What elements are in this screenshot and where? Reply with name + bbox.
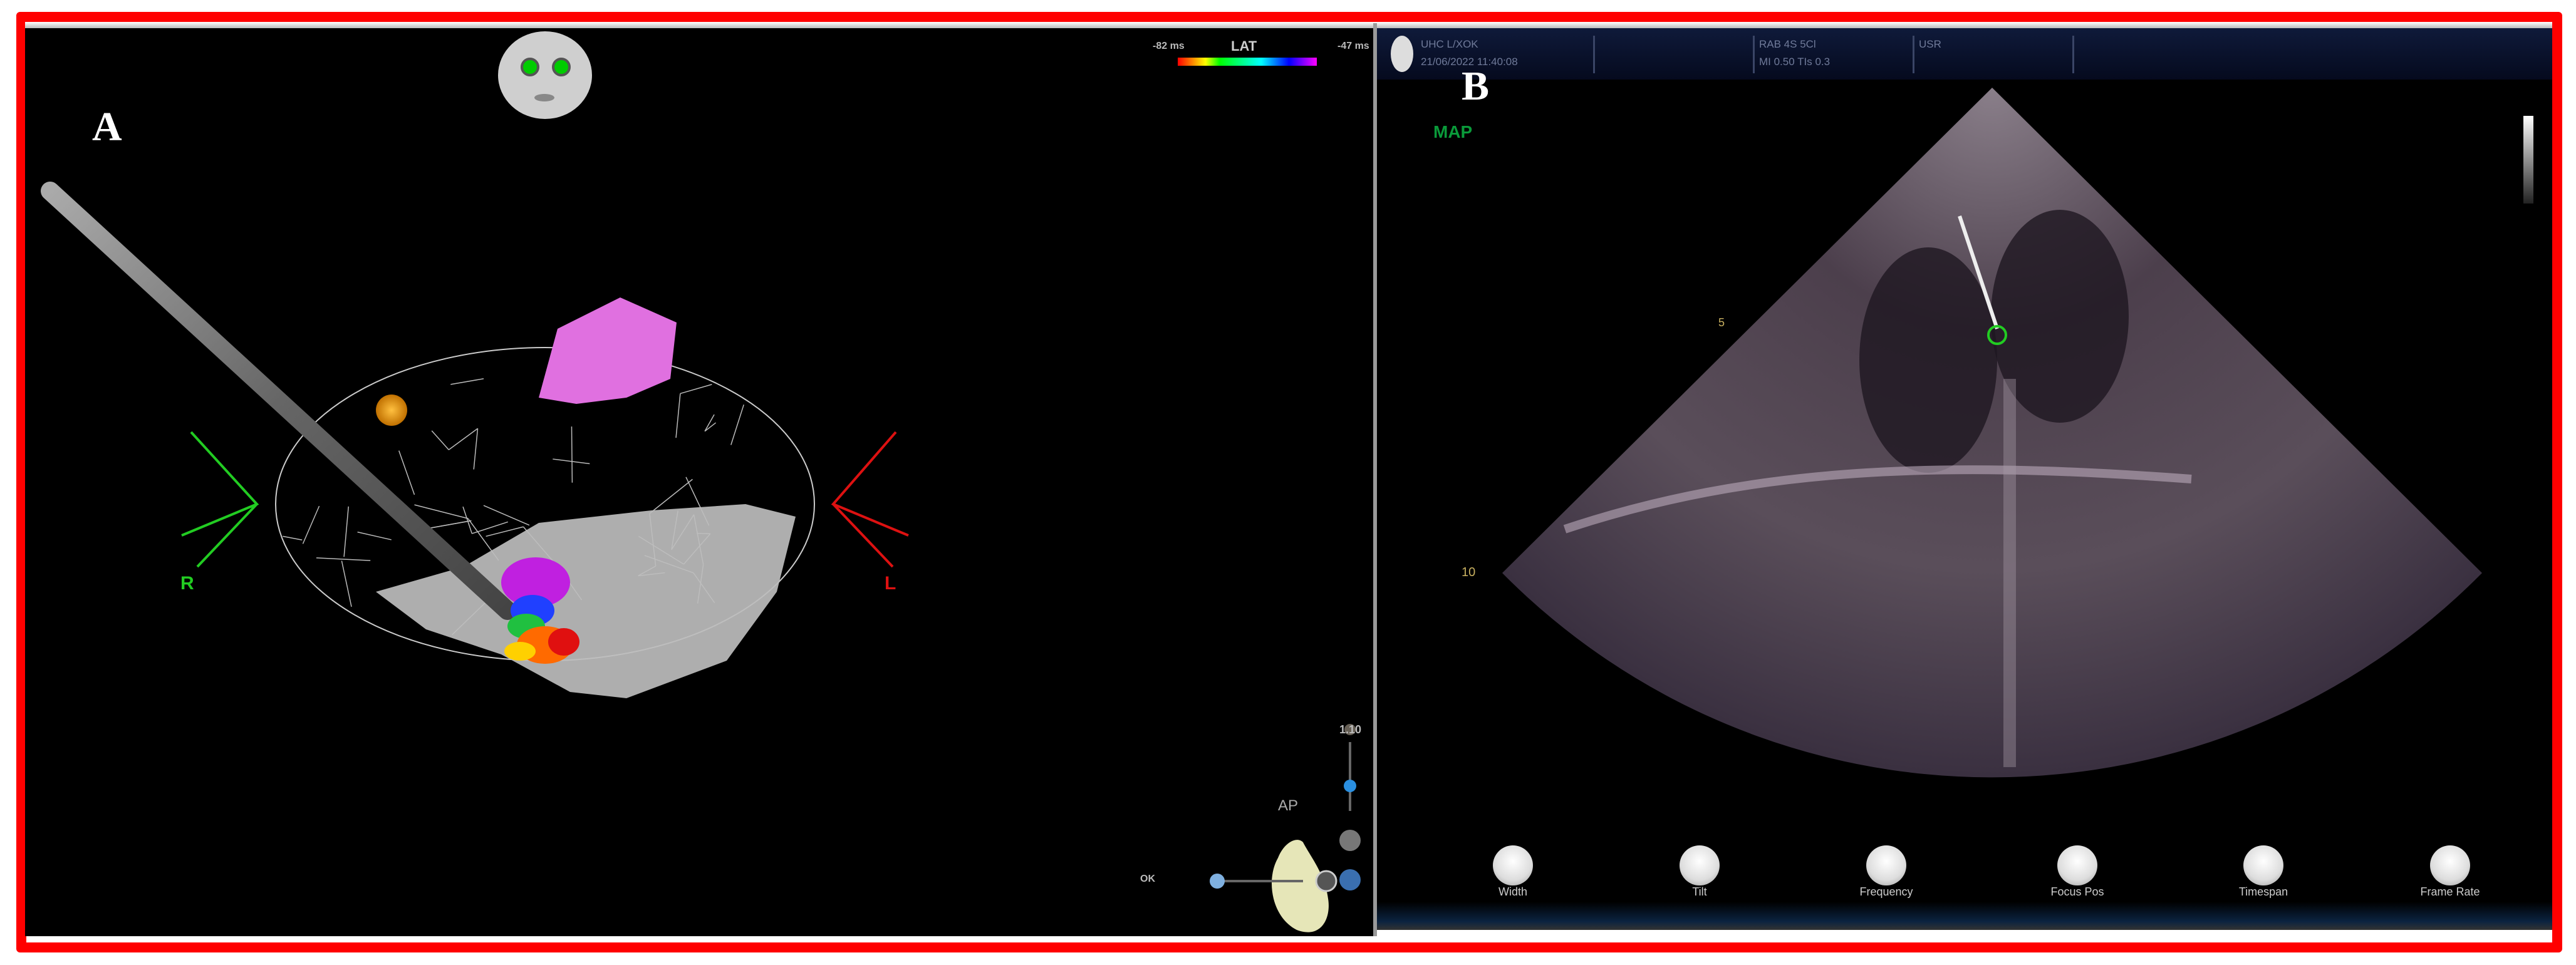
frame-rate-control[interactable]: Frame Rate [2400,845,2500,899]
mesh-edge [486,526,524,537]
mesh-edge [302,505,320,544]
mesh-edge [431,430,449,450]
mesh-edge [571,426,573,483]
mesh-edge [357,531,392,540]
ultrasound-sector [1502,88,2482,778]
tilt-control[interactable]: Tilt [1649,845,1750,899]
catheter-shaft [41,182,517,620]
mesh-edge [473,428,479,470]
mesh-edge [414,504,469,519]
mesh-edge [283,535,303,540]
control-label: Frequency [1859,885,1913,898]
ultrasound-bottom-bar [1377,902,2552,930]
left-orientation-marker [831,431,909,568]
depth-mark-10: 10 [1462,565,1476,579]
ok-label[interactable]: OK [1140,874,1155,885]
width-control[interactable]: Width [1463,845,1563,899]
zoom-slider-thumb[interactable] [1344,780,1356,792]
mesh-edge [553,458,590,465]
patient-orientation-face-icon [498,31,592,119]
mesh-edge [316,557,371,561]
ultrasound-image [1502,88,2533,778]
mesh-edge [675,393,681,438]
orientation-label: AP [1278,797,1299,814]
top-strip [25,22,2552,28]
lat-min-value: -82 ms [1153,41,1185,51]
anatomy-surface [376,504,796,698]
ultrasound-panel: UHC L/XOK 21/06/2022 11:40:08 RAB 4S 5Cl… [1377,28,2552,930]
mesh-edge [730,404,744,445]
mesh-edge [448,428,478,450]
right-marker-label: R [180,573,194,594]
timespan-control[interactable]: Timespan [2213,845,2314,899]
lat-max-value: -47 ms [1337,41,1369,51]
right-orientation-marker [181,431,259,568]
focus-pos-control[interactable]: Focus Pos [2027,845,2127,899]
mesh-edge [704,414,715,432]
cardiac-chamber [1859,247,1997,473]
mesh-edge [398,450,415,495]
control-label: Width [1498,885,1527,898]
left-marker-label: L [885,573,896,594]
lat-color-bar [1178,58,1317,66]
zoom-value: 1.10 [1339,723,1362,736]
depth-mark-5: 5 [1718,316,1725,329]
opacity-slider-thumb[interactable] [1210,874,1225,889]
mesh-edge [450,378,484,385]
mesh-edge [343,506,350,557]
3d-map-scene [41,58,1361,932]
acoustic-shadow [2003,379,2016,767]
panel-label-a: A [92,104,122,150]
panel-label-b: B [1462,63,1490,109]
rotate-button[interactable] [1339,830,1361,851]
mesh-edge [704,422,717,432]
mesh-edge [462,506,473,534]
lat-legend-title: LAT [1231,38,1257,54]
orange-marker [376,395,407,426]
control-label: Frame Rate [2420,885,2480,898]
mesh-edge [680,384,712,395]
reset-view-button[interactable] [1315,870,1337,892]
mesh-edge [341,560,352,607]
frequency-control[interactable]: Frequency [1836,845,1936,899]
control-label: Focus Pos [2050,885,2104,898]
control-label: Tilt [1692,885,1707,898]
control-label: Timespan [2238,885,2288,898]
mode-label: MAP [1433,122,1473,142]
electroanatomic-map-panel: A -82 ms LAT -47 ms R L AP 1.10 OK [25,28,1373,936]
pink-chamber [539,297,677,404]
view-button[interactable] [1339,869,1361,890]
gray-scale-bar [2523,116,2533,204]
